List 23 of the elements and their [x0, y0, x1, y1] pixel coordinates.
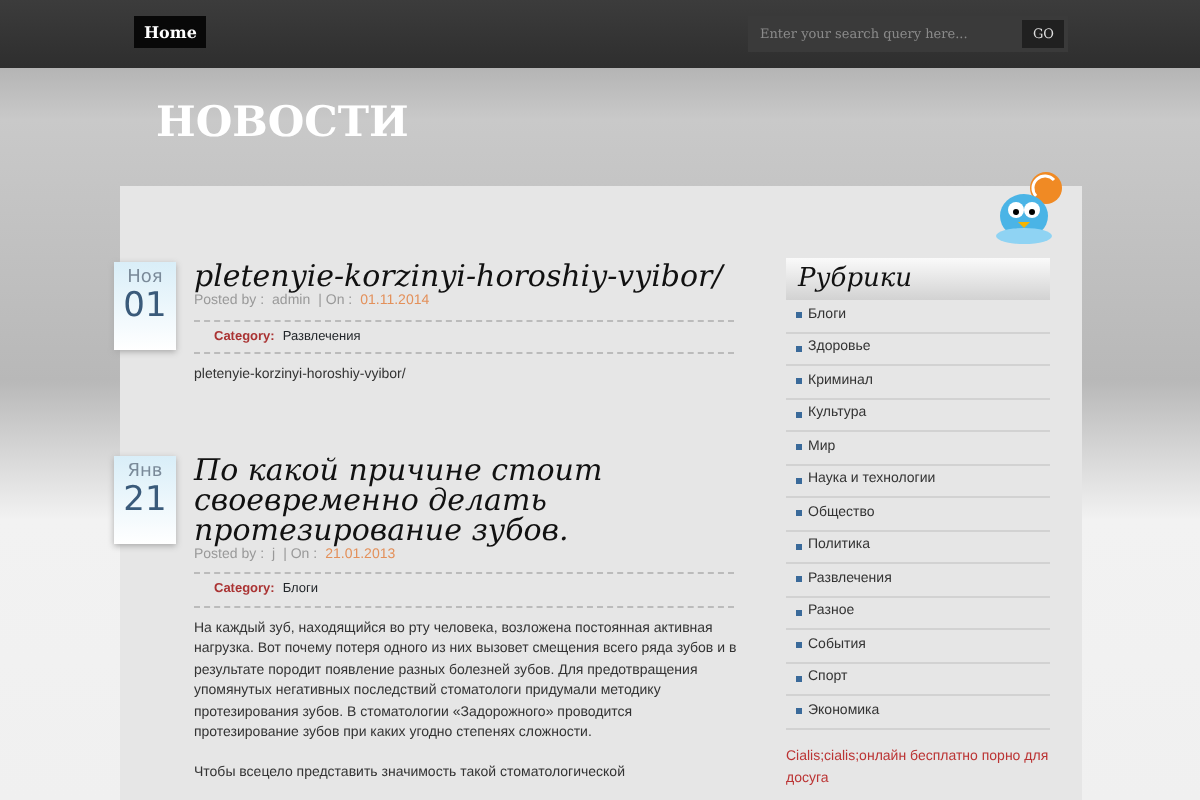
- bullet-icon: [796, 345, 802, 352]
- bullet-icon: [796, 510, 802, 517]
- bullet-icon: [796, 675, 802, 682]
- bullet-icon: [796, 708, 802, 715]
- date-day: 01: [114, 288, 176, 324]
- sidebar-heading: Рубрики: [786, 258, 1050, 300]
- bullet-icon: [796, 477, 802, 484]
- post-title[interactable]: По какой причине стоит своевременно делать протезирование зубов.: [194, 455, 770, 546]
- bullet-icon: [796, 411, 802, 418]
- bullet-icon: [796, 609, 802, 616]
- bullet-icon: [796, 543, 802, 550]
- bird-rss-icon: [994, 170, 1066, 246]
- date-month: Янв: [125, 461, 165, 482]
- bullet-icon: [796, 378, 802, 385]
- bullet-icon: [796, 576, 802, 583]
- site-title: НОВОСТИ: [156, 96, 411, 150]
- date-day: 21: [114, 481, 176, 518]
- date-month: Ноя: [125, 268, 165, 288]
- bullet-icon: [796, 642, 802, 649]
- bullet-icon: [796, 312, 802, 319]
- nav-button[interactable]: Home: [134, 16, 207, 48]
- post-title[interactable]: pletenyie-korzinyi-horoshiy-vyibor/: [194, 262, 744, 292]
- bullet-icon: [796, 444, 802, 451]
